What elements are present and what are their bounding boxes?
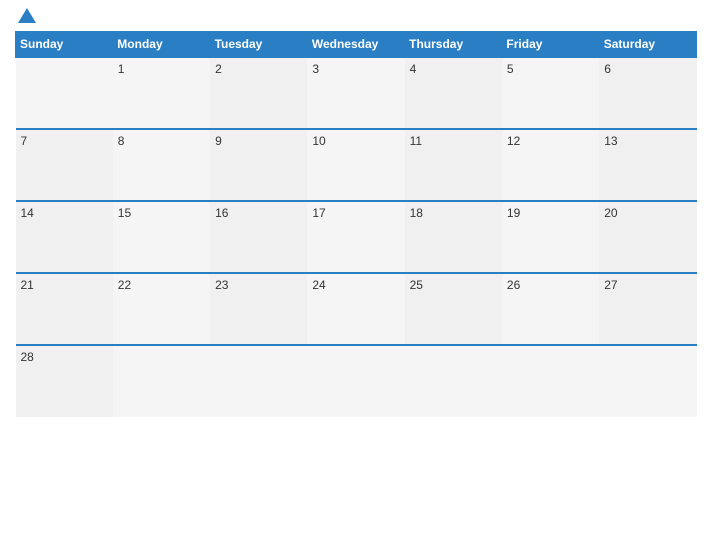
calendar-cell: 16: [210, 201, 307, 273]
calendar-body: 1234567891011121314151617181920212223242…: [16, 57, 697, 417]
calendar-cell: 26: [502, 273, 599, 345]
calendar-cell: 6: [599, 57, 696, 129]
days-row: SundayMondayTuesdayWednesdayThursdayFrid…: [16, 32, 697, 58]
calendar-cell: 5: [502, 57, 599, 129]
calendar-header: SundayMondayTuesdayWednesdayThursdayFrid…: [16, 32, 697, 58]
calendar-cell: 17: [307, 201, 404, 273]
calendar-cell: 9: [210, 129, 307, 201]
calendar-cell: 24: [307, 273, 404, 345]
calendar-cell: 7: [16, 129, 113, 201]
calendar-cell: 10: [307, 129, 404, 201]
calendar-cell: 1: [113, 57, 210, 129]
calendar-cell: 2: [210, 57, 307, 129]
calendar-cell: 23: [210, 273, 307, 345]
day-header-saturday: Saturday: [599, 32, 696, 58]
calendar-cell: 21: [16, 273, 113, 345]
day-header-friday: Friday: [502, 32, 599, 58]
calendar-cell: [210, 345, 307, 417]
calendar-cell: 12: [502, 129, 599, 201]
calendar-cell: [599, 345, 696, 417]
calendar-cell: 25: [405, 273, 502, 345]
calendar-cell: 27: [599, 273, 696, 345]
calendar-cell: 4: [405, 57, 502, 129]
calendar-cell: 11: [405, 129, 502, 201]
calendar-cell: 3: [307, 57, 404, 129]
calendar-cell: 13: [599, 129, 696, 201]
week-row-0: 123456: [16, 57, 697, 129]
logo: [15, 10, 36, 23]
calendar-cell: 18: [405, 201, 502, 273]
calendar-cell: [113, 345, 210, 417]
header: [15, 10, 697, 23]
day-header-thursday: Thursday: [405, 32, 502, 58]
calendar-cell: 14: [16, 201, 113, 273]
calendar-cell: 19: [502, 201, 599, 273]
calendar-cell: [307, 345, 404, 417]
day-header-tuesday: Tuesday: [210, 32, 307, 58]
week-row-1: 78910111213: [16, 129, 697, 201]
calendar-container: SundayMondayTuesdayWednesdayThursdayFrid…: [0, 0, 712, 550]
day-header-wednesday: Wednesday: [307, 32, 404, 58]
calendar-cell: [16, 57, 113, 129]
logo-triangle-icon: [18, 8, 36, 23]
week-row-4: 28: [16, 345, 697, 417]
day-header-sunday: Sunday: [16, 32, 113, 58]
week-row-2: 14151617181920: [16, 201, 697, 273]
calendar-cell: 8: [113, 129, 210, 201]
calendar-cell: [502, 345, 599, 417]
calendar-cell: 15: [113, 201, 210, 273]
week-row-3: 21222324252627: [16, 273, 697, 345]
day-header-monday: Monday: [113, 32, 210, 58]
calendar-cell: [405, 345, 502, 417]
calendar-cell: 20: [599, 201, 696, 273]
calendar-cell: 22: [113, 273, 210, 345]
calendar-cell: 28: [16, 345, 113, 417]
calendar-table: SundayMondayTuesdayWednesdayThursdayFrid…: [15, 31, 697, 417]
